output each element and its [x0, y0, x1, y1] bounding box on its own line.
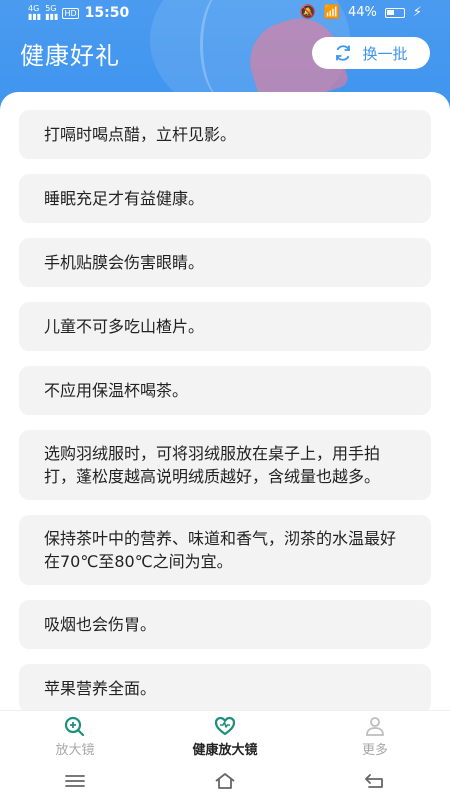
system-nav-bar [0, 762, 450, 800]
tip-text: 苹果营养全面。 [44, 679, 157, 698]
tip-card[interactable]: 手机贴膜会伤害眼睛。 [19, 238, 431, 287]
refresh-button[interactable]: 换一批 [312, 37, 430, 69]
nav-item-more[interactable]: 更多 [300, 711, 450, 762]
tip-card[interactable]: 睡眠充足才有益健康。 [19, 174, 431, 223]
tip-card[interactable]: 不应用保温杯喝茶。 [19, 366, 431, 415]
wifi-icon: 📶 [323, 5, 340, 20]
tip-card[interactable]: 吸烟也会伤胃。 [19, 600, 431, 649]
person-icon [366, 716, 384, 736]
home-icon[interactable] [213, 772, 237, 790]
status-left: 4G ▮▮▮ 5G ▮▮▮ HD 15:50 [28, 4, 130, 22]
back-icon[interactable] [363, 772, 387, 790]
tip-text: 儿童不可多吃山楂片。 [44, 317, 205, 336]
tip-text: 睡眠充足才有益健康。 [44, 189, 205, 208]
nav-label: 更多 [361, 742, 388, 758]
mute-icon: 🔕 [299, 5, 316, 20]
bottom-nav: 放大镜 健康放大镜 更多 [0, 710, 450, 762]
hd-badge: HD [62, 7, 79, 19]
nav-label: 放大镜 [55, 742, 95, 758]
nav-label: 健康放大镜 [192, 742, 258, 758]
signal-icon: 4G ▮▮▮ [28, 4, 42, 21]
heart-icon [214, 716, 236, 735]
nav-item-health-magnifier[interactable]: 健康放大镜 [150, 711, 300, 762]
charging-icon: ⚡ [412, 5, 422, 20]
tip-text: 手机贴膜会伤害眼睛。 [44, 253, 205, 272]
menu-icon[interactable] [63, 772, 87, 790]
tip-card[interactable]: 保持茶叶中的营养、味道和香气，沏茶的水温最好在70℃至80℃之间为宜。 [19, 515, 431, 585]
battery-icon [384, 7, 405, 18]
tip-text: 选购羽绒服时，可将羽绒服放在桌子上，用手拍打，蓬松度越高说明绒质越好，含绒量也越… [44, 444, 381, 486]
status-bar: 4G ▮▮▮ 5G ▮▮▮ HD 15:50 🔕 📶 44% ⚡ [0, 0, 450, 28]
tips-panel[interactable]: 打嗝时喝点醋，立杆见影。 睡眠充足才有益健康。 手机贴膜会伤害眼睛。 儿童不可多… [0, 92, 450, 710]
tip-card[interactable]: 选购羽绒服时，可将羽绒服放在桌子上，用手拍打，蓬松度越高说明绒质越好，含绒量也越… [19, 430, 431, 500]
status-right: 🔕 📶 44% ⚡ [300, 5, 422, 20]
tip-text: 打嗝时喝点醋，立杆见影。 [44, 125, 237, 144]
refresh-label: 换一批 [362, 44, 408, 63]
refresh-icon [336, 45, 351, 61]
nav-item-magnifier[interactable]: 放大镜 [0, 711, 150, 762]
tip-card[interactable]: 打嗝时喝点醋，立杆见影。 [19, 110, 431, 159]
tip-text: 吸烟也会伤胃。 [44, 615, 157, 634]
tip-card[interactable]: 苹果营养全面。 [19, 664, 431, 710]
tip-text: 不应用保温杯喝茶。 [44, 381, 189, 400]
tip-card[interactable]: 儿童不可多吃山楂片。 [19, 302, 431, 351]
tip-text: 保持茶叶中的营养、味道和香气，沏茶的水温最好在70℃至80℃之间为宜。 [44, 529, 397, 571]
clock: 15:50 [84, 5, 130, 21]
page-title: 健康好礼 [20, 42, 120, 70]
battery-percent: 44% [347, 5, 377, 20]
magnifier-icon [64, 716, 85, 736]
signal-icon-2: 5G ▮▮▮ [45, 4, 59, 21]
tip-list: 打嗝时喝点醋，立杆见影。 睡眠充足才有益健康。 手机贴膜会伤害眼睛。 儿童不可多… [19, 110, 431, 710]
